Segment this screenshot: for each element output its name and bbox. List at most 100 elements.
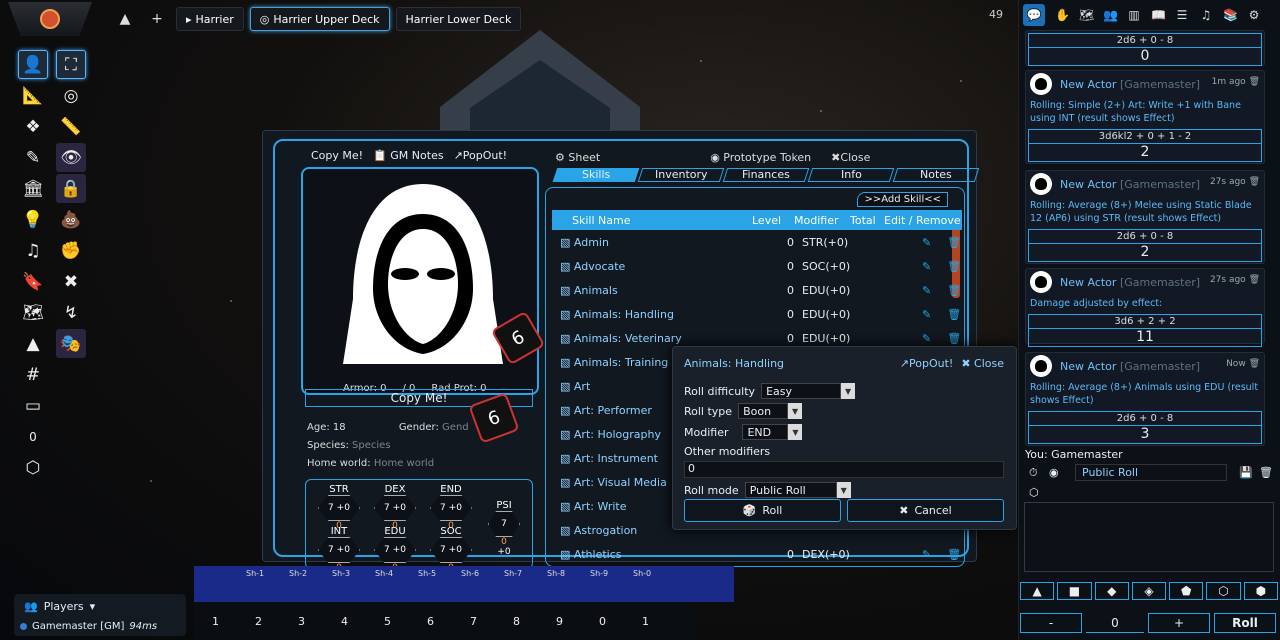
trash-icon[interactable]: 🗑: [1249, 275, 1260, 285]
trash-icon[interactable]: 🗑: [1259, 466, 1273, 479]
bookmark-icon[interactable]: 🔖: [18, 267, 48, 296]
shortcut-label[interactable]: Sh-3: [332, 569, 350, 578]
tiles-icon[interactable]: ❖: [18, 112, 48, 141]
trash-icon[interactable]: 🗑: [947, 284, 961, 297]
select-icon[interactable]: ⛶: [56, 50, 86, 79]
chat-input[interactable]: [1024, 502, 1274, 572]
char-int[interactable]: INT7 +00: [314, 526, 364, 573]
prototype-token-button[interactable]: ◉ Prototype Token: [700, 151, 821, 164]
macro-slot[interactable]: 4: [323, 615, 366, 628]
roll-mode-select[interactable]: Public Roll: [744, 482, 837, 498]
roll-close-button[interactable]: ✖ Close: [961, 357, 1004, 370]
trash-icon[interactable]: 🗑: [1249, 359, 1260, 369]
window-icon[interactable]: ▭: [18, 391, 48, 420]
trash-icon[interactable]: 🗑: [1249, 77, 1260, 87]
skill-name[interactable]: ▧ Admin: [560, 236, 760, 249]
age-field[interactable]: Age: 18: [307, 422, 346, 433]
chat-roll-mode-select[interactable]: Public Roll: [1075, 464, 1227, 481]
app-logo[interactable]: [8, 2, 92, 36]
grid-icon[interactable]: #: [18, 360, 48, 389]
quick-roll-button[interactable]: Roll: [1214, 613, 1276, 633]
edit-icon[interactable]: ✎: [922, 548, 931, 561]
shortcut-label[interactable]: Sh-2: [289, 569, 307, 578]
actors-tab-icon[interactable]: 👥: [1103, 8, 1118, 22]
target-icon[interactable]: ◎: [56, 81, 86, 110]
edit-icon[interactable]: ✎: [922, 260, 931, 273]
d6-icon[interactable]: ■: [1057, 582, 1092, 600]
macro-slot[interactable]: 9: [538, 615, 581, 628]
skill-name[interactable]: ▧ Athletics: [560, 548, 760, 561]
shortcut-label[interactable]: Sh-4: [375, 569, 393, 578]
journal-tab-icon[interactable]: 📖: [1151, 8, 1166, 22]
d20-icon[interactable]: ⬡: [1206, 582, 1241, 600]
species-field[interactable]: Species: [352, 440, 391, 451]
decrement-button[interactable]: -: [1020, 613, 1082, 633]
tab-finances[interactable]: Finances: [722, 168, 810, 182]
add-scene-button[interactable]: +: [144, 11, 170, 27]
popout-button[interactable]: ↗PopOut!: [454, 149, 508, 162]
trash-icon[interactable]: 🗑: [1249, 177, 1260, 187]
char-psi[interactable]: PSI 7 0 +0: [482, 500, 526, 557]
chevron-down-icon[interactable]: ▼: [841, 383, 856, 399]
dice-formula[interactable]: 3d6 + 2 + 2: [1028, 314, 1262, 329]
dice-formula[interactable]: 2d6 + 0 - 8: [1028, 33, 1262, 48]
macro-slot[interactable]: 2: [237, 615, 280, 628]
players-header[interactable]: 👥 Players ▾: [14, 594, 186, 619]
modifier-select[interactable]: END: [742, 424, 789, 440]
add-skill-button[interactable]: >>Add Skill<<: [857, 192, 948, 207]
vision-icon[interactable]: 👁: [56, 143, 86, 172]
edit-icon[interactable]: ✎: [922, 284, 931, 297]
skill-name[interactable]: ▧ Animals: Veterinary: [560, 332, 760, 345]
roll-type-select[interactable]: Boon: [738, 403, 789, 419]
shortcut-label[interactable]: Sh-0: [633, 569, 651, 578]
difficulty-select[interactable]: Easy: [761, 383, 842, 399]
tab-skills[interactable]: Skills: [552, 168, 640, 182]
cancel-button[interactable]: ✖ Cancel: [847, 499, 1004, 522]
theater-icon[interactable]: 🎭: [56, 329, 86, 358]
music-icon[interactable]: ♫: [18, 236, 48, 265]
shortcut-label[interactable]: Sh-6: [461, 569, 479, 578]
shortcut-label[interactable]: Sh-9: [590, 569, 608, 578]
mountain-icon[interactable]: ▲: [18, 329, 48, 358]
char-end[interactable]: END 7 +0 0: [426, 484, 476, 531]
d100-icon[interactable]: ⬢: [1243, 582, 1278, 600]
scene-lower-deck[interactable]: Harrier Lower Deck: [395, 7, 522, 31]
draw-icon[interactable]: ✎: [18, 143, 48, 172]
gender-field[interactable]: Gend: [442, 422, 469, 433]
edit-icon[interactable]: ✎: [922, 236, 931, 249]
skill-name[interactable]: ▧ Animals: [560, 284, 760, 297]
stopwatch-icon[interactable]: ⏱: [1029, 466, 1038, 480]
shortcut-label[interactable]: Sh-7: [504, 569, 522, 578]
tables-tab-icon[interactable]: ☰: [1175, 8, 1189, 22]
char-soc[interactable]: SOC7 +00: [426, 526, 476, 573]
route-icon[interactable]: ↯: [56, 298, 86, 327]
save-icon[interactable]: 💾: [1239, 466, 1253, 479]
d20-icon[interactable]: ⬡: [1029, 486, 1039, 499]
trash-icon[interactable]: 🗑: [947, 308, 961, 321]
chevron-down-icon[interactable]: ▼: [836, 482, 851, 498]
playlists-tab-icon[interactable]: ♫: [1199, 8, 1213, 22]
shortcut-label[interactable]: Sh-1: [246, 569, 264, 578]
hotbar-page[interactable]: 1: [624, 615, 667, 628]
d4-icon[interactable]: ▲: [1020, 582, 1055, 600]
macro-slot[interactable]: 1: [194, 615, 237, 628]
char-dex[interactable]: DEX 7 +0 0: [370, 484, 420, 531]
dice-formula[interactable]: 3d6kl2 + 0 + 1 - 2: [1028, 129, 1262, 144]
trash-icon[interactable]: 🗑: [947, 548, 961, 561]
close-sheet-button[interactable]: ✖Close: [821, 151, 880, 164]
d12-icon[interactable]: ⬟: [1169, 582, 1204, 600]
char-str[interactable]: STR 7 +0 0: [314, 484, 364, 531]
other-modifiers-input[interactable]: 0: [684, 461, 1004, 478]
increment-button[interactable]: +: [1148, 613, 1210, 633]
map-icon[interactable]: 🗺: [18, 298, 48, 327]
skill-name[interactable]: ▧ Advocate: [560, 260, 760, 273]
items-tab-icon[interactable]: ▥: [1127, 8, 1141, 22]
roll-popout-button[interactable]: ↗PopOut!: [900, 357, 954, 370]
d10-icon[interactable]: ◈: [1131, 582, 1167, 600]
gm-notes-button[interactable]: 📋 GM Notes: [373, 149, 443, 162]
walls-icon[interactable]: 🏛: [18, 174, 48, 203]
macro-slot[interactable]: 7: [452, 615, 495, 628]
sheet-config-button[interactable]: ⚙ Sheet: [545, 151, 610, 164]
trash-icon[interactable]: 🗑: [947, 236, 961, 249]
trash-icon[interactable]: 🗑: [947, 332, 961, 345]
